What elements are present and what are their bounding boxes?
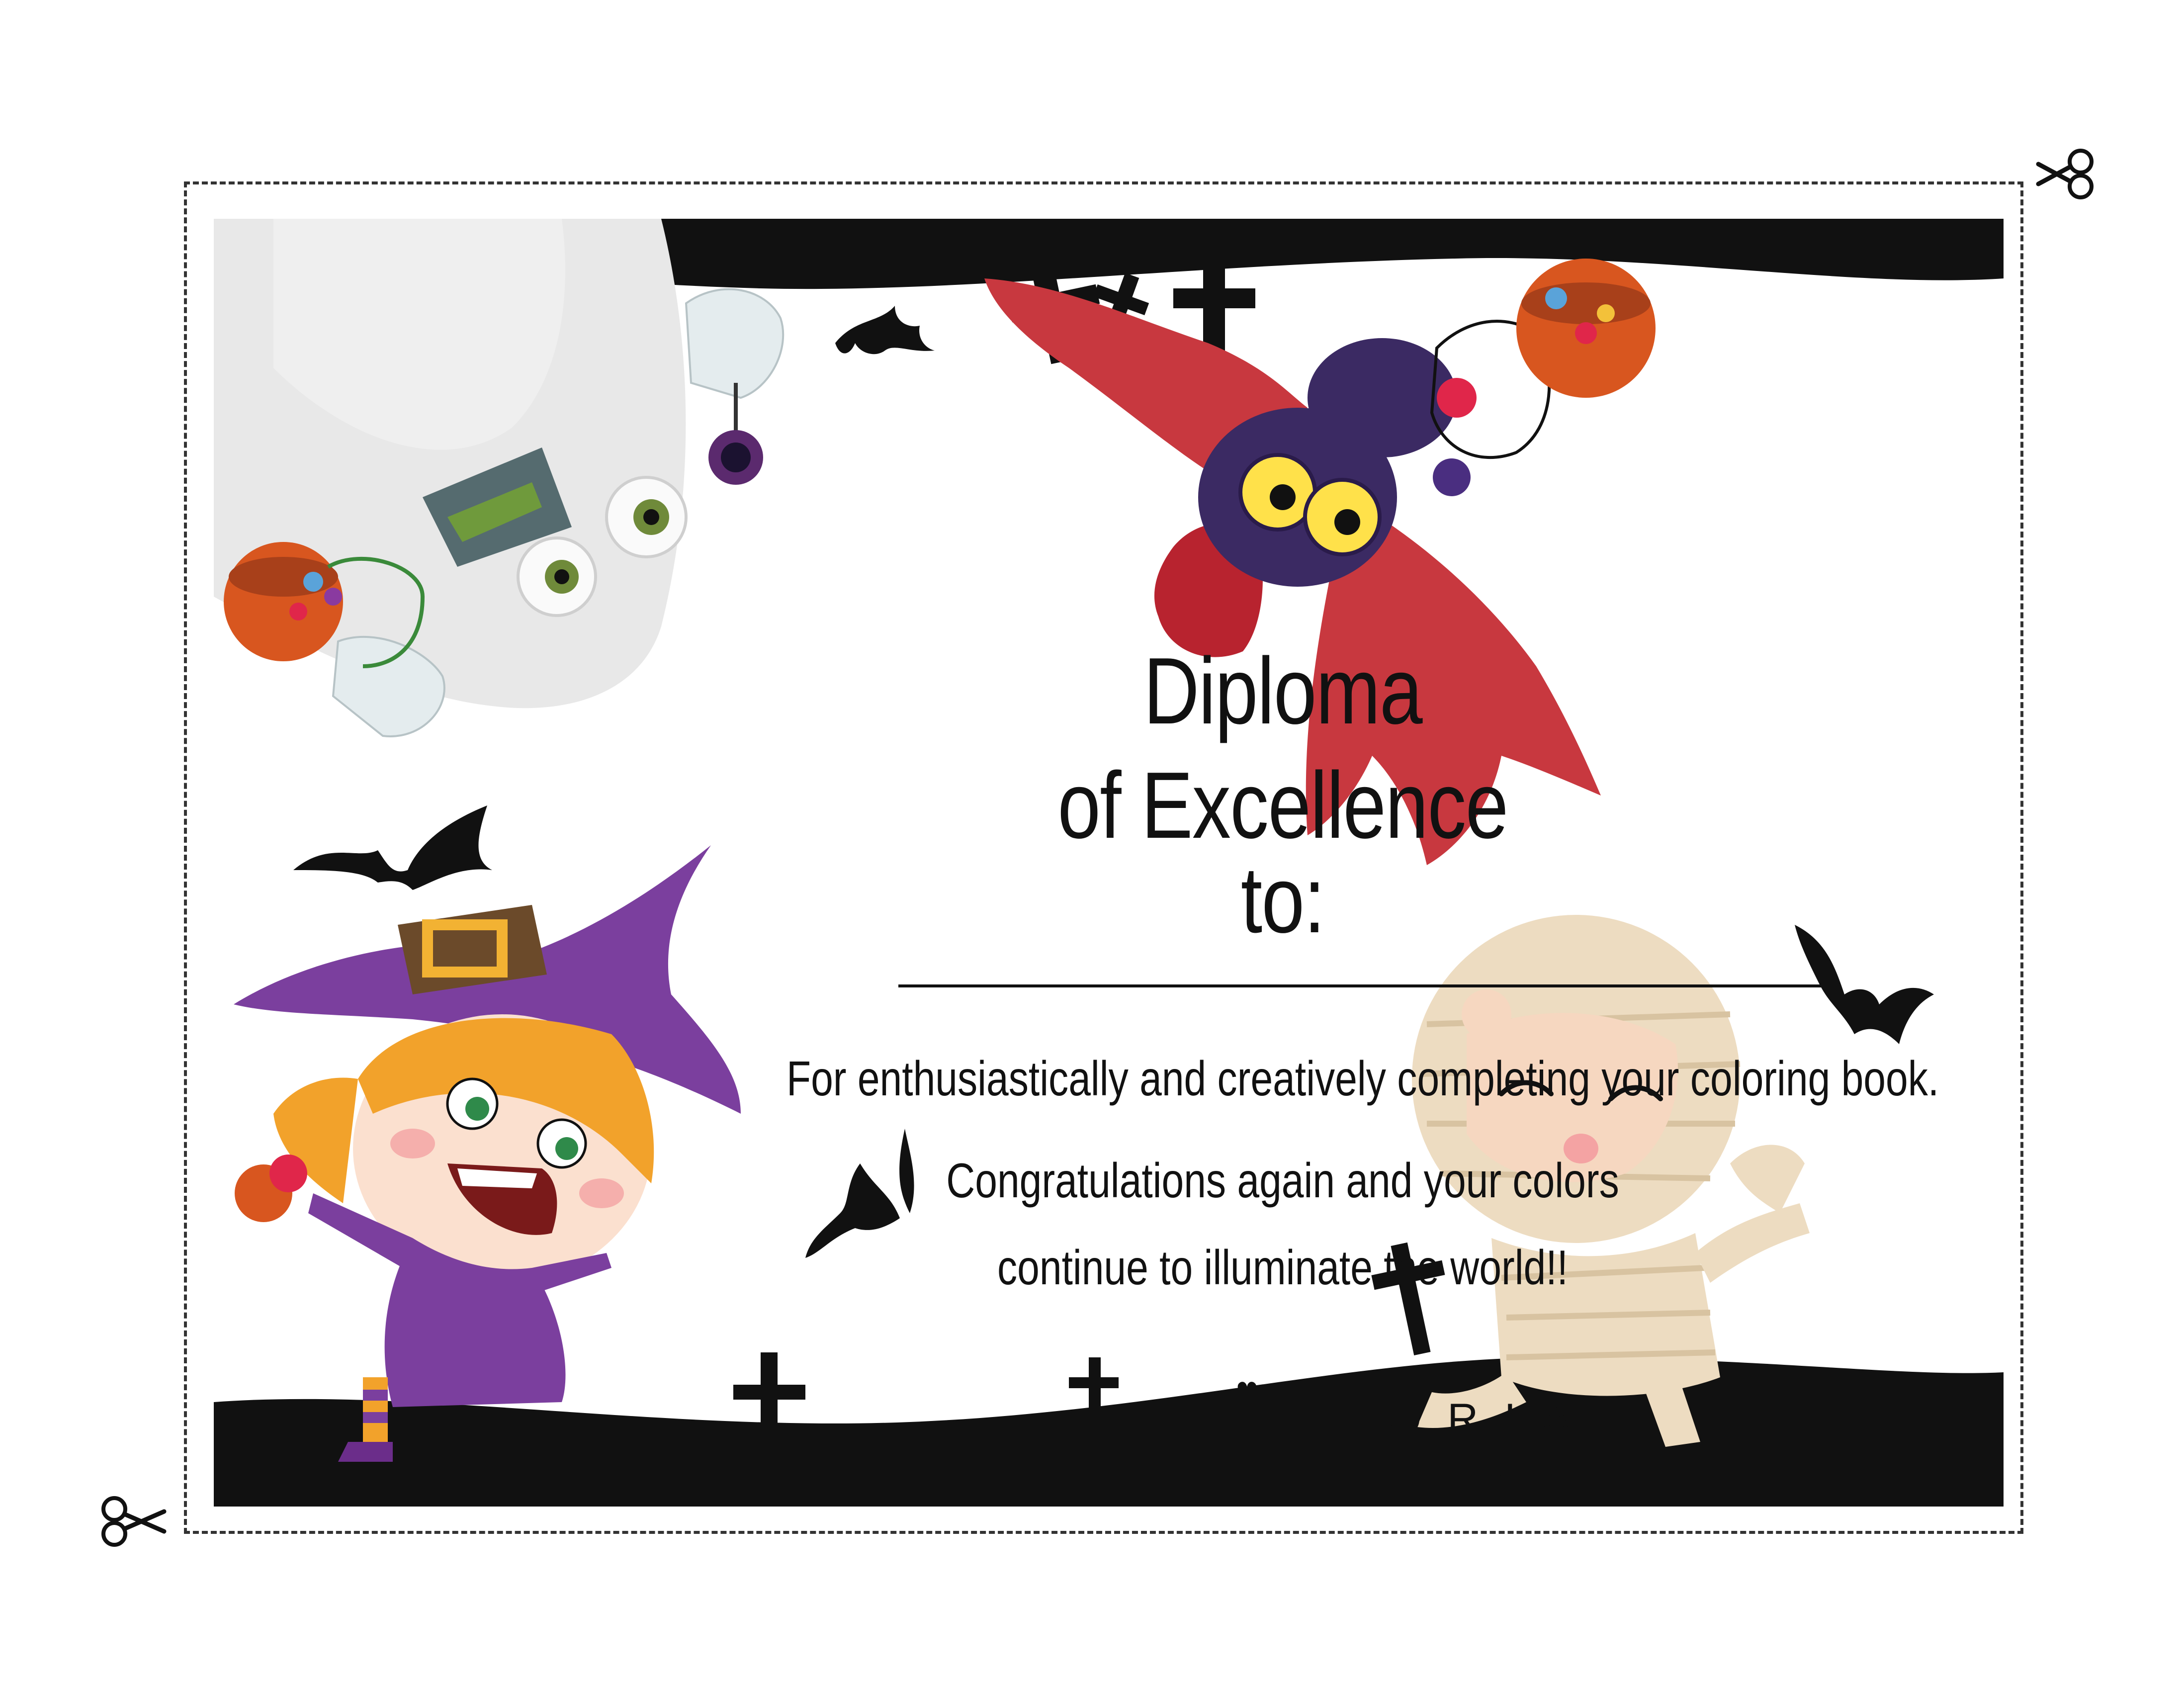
- scissors-icon: [2036, 149, 2094, 199]
- recipient-name-line: [898, 984, 1823, 987]
- diploma-message-line: continue to illuminate the world!!: [997, 1240, 1568, 1295]
- brand-logo-name: EduFusion: [1188, 1443, 1530, 1507]
- candy-bucket-icon: [1516, 259, 1656, 398]
- brand-logo-top: EDITORIAL: [1188, 1395, 1646, 1443]
- diploma-panel: Diploma of Excellence to: For enthusiast…: [214, 219, 2004, 1507]
- diploma-message-line: Congratulations again and your colors: [946, 1153, 1619, 1208]
- bat-icon: [293, 805, 492, 890]
- diploma-subtitle: of Excellence to:: [1057, 753, 1508, 953]
- scissors-icon: [101, 1496, 167, 1547]
- diploma-message-line: For enthusiastically and creatively comp…: [786, 1051, 1939, 1106]
- diploma-title: Diploma: [1143, 638, 1423, 744]
- witch-character: [234, 845, 741, 1462]
- bat-icon: [835, 306, 935, 355]
